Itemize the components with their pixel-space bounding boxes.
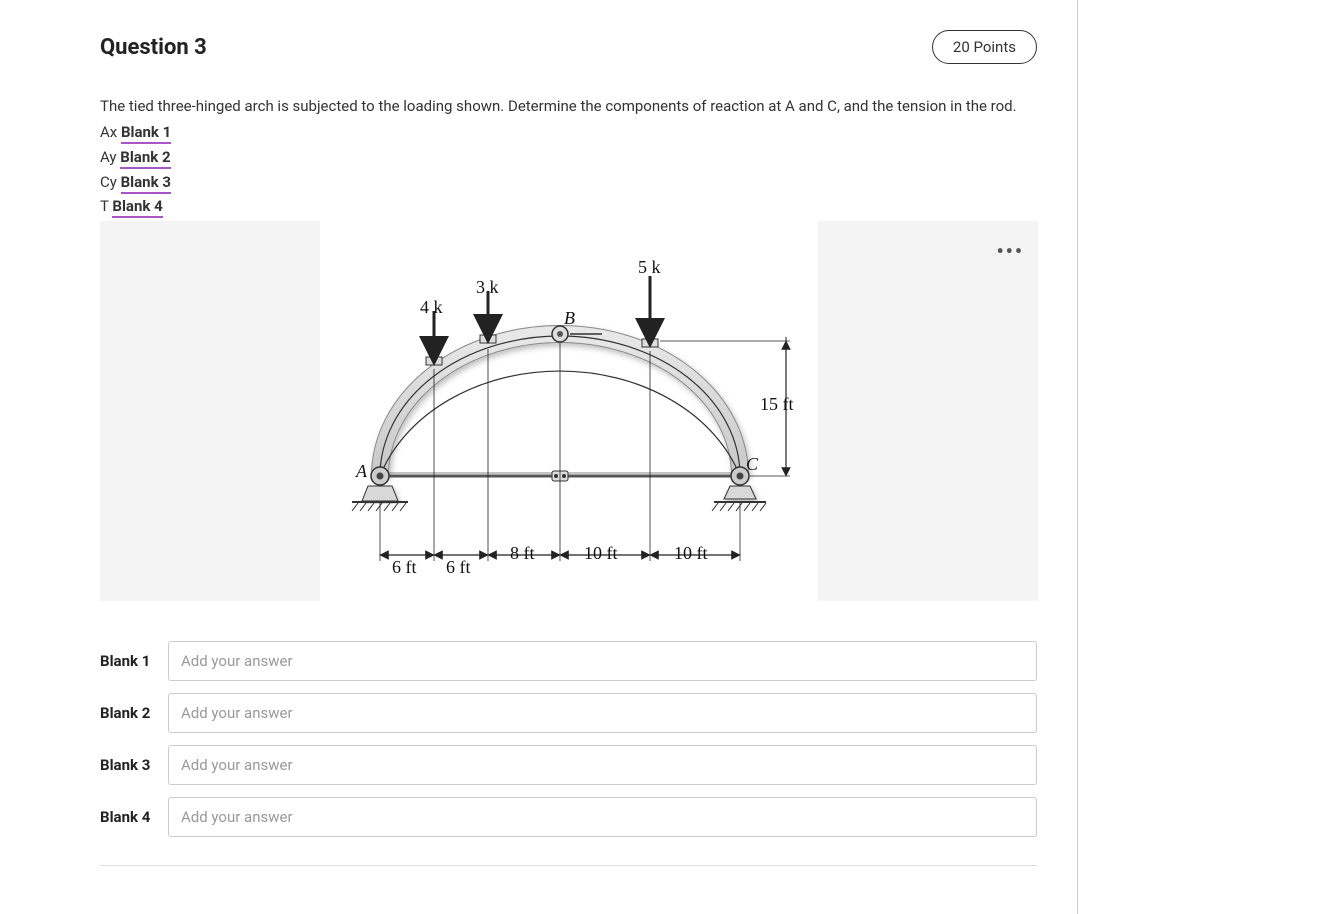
dim-10ft-1: 10 ft xyxy=(584,543,618,564)
answer-input-1[interactable] xyxy=(168,641,1037,681)
answer-input-4[interactable] xyxy=(168,797,1037,837)
answer-section: Blank 1 Blank 2 Blank 3 Blank 4 xyxy=(100,641,1037,837)
point-a: A xyxy=(356,461,367,482)
dim-6ft-1: 6 ft xyxy=(392,557,417,578)
question-header: Question 3 20 Points xyxy=(100,30,1037,64)
dim-8ft: 8 ft xyxy=(510,543,535,564)
answer-input-2[interactable] xyxy=(168,693,1037,733)
figure-container: ••• xyxy=(100,221,1038,601)
blank-ref-4: Blank 4 xyxy=(112,197,162,218)
answer-input-3[interactable] xyxy=(168,745,1037,785)
variable-list: Ax Blank 1 Ay Blank 2 Cy Blank 3 T Blank… xyxy=(100,120,1037,219)
point-c: C xyxy=(746,454,758,475)
arch-diagram: 4 k 3 k 5 k A B C 15 ft 6 ft 6 ft 8 ft 1… xyxy=(320,221,818,601)
diagram-svg xyxy=(320,221,818,601)
answer-row: Blank 1 xyxy=(100,641,1037,681)
blank-ref-3: Blank 3 xyxy=(121,173,171,194)
main-column: Question 3 20 Points The tied three-hing… xyxy=(0,0,1078,914)
ax-label: Ax xyxy=(100,123,121,141)
question-content: Question 3 20 Points The tied three-hing… xyxy=(0,0,1077,866)
divider xyxy=(100,865,1037,866)
load-5k: 5 k xyxy=(638,257,661,278)
page: Question 3 20 Points The tied three-hing… xyxy=(0,0,1335,914)
figure-mask-right: ••• xyxy=(818,221,1038,601)
point-b: B xyxy=(564,308,575,329)
dim-10ft-2: 10 ft xyxy=(674,543,708,564)
dim-6ft-2: 6 ft xyxy=(446,557,471,578)
more-icon[interactable]: ••• xyxy=(996,239,1024,263)
t-label: T xyxy=(100,197,112,215)
points-badge: 20 Points xyxy=(932,30,1037,64)
answer-row: Blank 4 xyxy=(100,797,1037,837)
answer-label-4: Blank 4 xyxy=(100,808,168,826)
blank-ref-1: Blank 1 xyxy=(121,123,171,144)
answer-label-3: Blank 3 xyxy=(100,756,168,774)
dim-15ft: 15 ft xyxy=(760,394,794,415)
question-prompt: The tied three-hinged arch is subjected … xyxy=(100,94,1037,118)
load-3k: 3 k xyxy=(476,277,499,298)
answer-label-1: Blank 1 xyxy=(100,652,168,670)
blank-ref-2: Blank 2 xyxy=(120,148,170,169)
cy-label: Cy xyxy=(100,173,121,191)
answer-row: Blank 2 xyxy=(100,693,1037,733)
answer-row: Blank 3 xyxy=(100,745,1037,785)
figure-mask-left xyxy=(100,221,320,601)
ay-label: Ay xyxy=(100,148,120,166)
load-4k: 4 k xyxy=(420,297,443,318)
question-title: Question 3 xyxy=(100,35,207,60)
answer-label-2: Blank 2 xyxy=(100,704,168,722)
